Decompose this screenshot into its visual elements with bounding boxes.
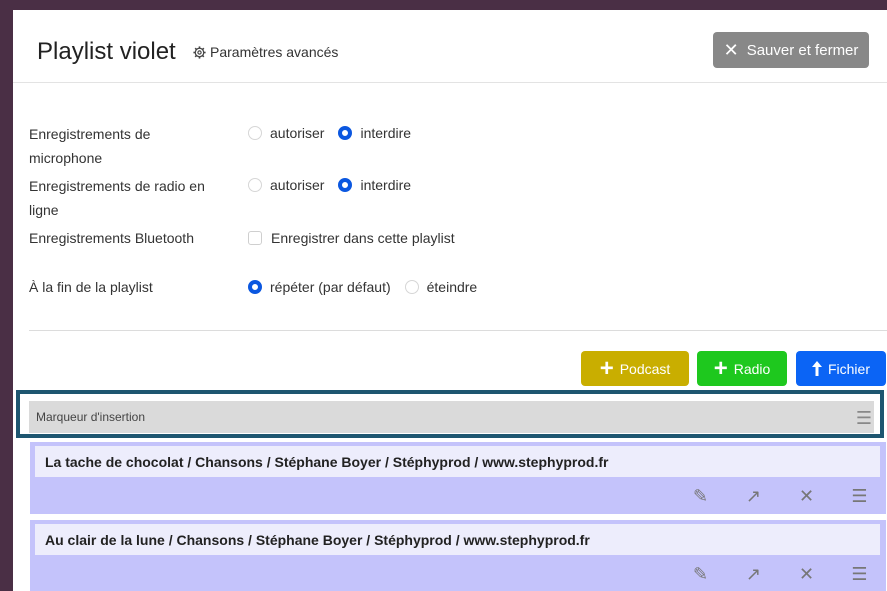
- bluetooth-checkbox[interactable]: [248, 231, 262, 245]
- add-radio-button[interactable]: + Radio: [697, 351, 787, 386]
- insertion-marker-label: Marqueur d'insertion: [36, 410, 146, 424]
- close-icon[interactable]: ✕: [780, 486, 833, 507]
- repeat-label: répéter (par défaut): [270, 279, 391, 295]
- save-and-close-label: Sauver et fermer: [746, 41, 859, 59]
- add-podcast-label: Podcast: [619, 360, 671, 377]
- menu-icon[interactable]: ☰: [833, 564, 886, 585]
- microphone-label-line1: Enregistrements de: [29, 126, 151, 142]
- microphone-label-line2: microphone: [29, 150, 103, 166]
- add-podcast-button[interactable]: + Podcast: [581, 351, 689, 386]
- radio-options: autoriser interdire: [248, 177, 425, 193]
- playlist-panel: Playlist violet Paramètres avancés ✕ Sau…: [13, 10, 887, 591]
- plus-icon: +: [713, 354, 728, 382]
- save-and-close-button[interactable]: ✕ Sauver et fermer: [713, 32, 869, 68]
- end-of-playlist-label: À la fin de la playlist: [29, 279, 153, 295]
- add-radio-label: Radio: [733, 360, 771, 377]
- pencil-icon[interactable]: ✎: [674, 486, 727, 507]
- bluetooth-options: Enregistrer dans cette playlist: [248, 230, 455, 246]
- add-file-label: Fichier: [827, 360, 870, 377]
- turn-off-label: éteindre: [426, 279, 478, 295]
- arrow-up-right-icon[interactable]: ↗: [727, 564, 780, 585]
- track-item[interactable]: Au clair de la lune / Chansons / Stéphan…: [30, 520, 886, 591]
- microphone-options: autoriser interdire: [248, 125, 425, 141]
- microphone-setting-label: Enregistrements de microphone: [29, 122, 150, 170]
- radio-allow-radio[interactable]: [248, 178, 262, 192]
- arrow-up-icon: [811, 361, 822, 376]
- arrow-up-right-icon[interactable]: ↗: [727, 486, 780, 507]
- microphone-allow-radio[interactable]: [248, 126, 262, 140]
- microphone-allow-label: autoriser: [270, 125, 325, 141]
- bluetooth-setting-label: Enregistrements Bluetooth: [29, 230, 194, 246]
- radio-setting-label: Enregistrements de radio en ligne: [29, 174, 205, 222]
- close-icon: ✕: [723, 39, 739, 60]
- bluetooth-checkbox-label: Enregistrer dans cette playlist: [271, 230, 455, 246]
- page-title: Playlist violet: [37, 38, 176, 65]
- radio-deny-label: interdire: [360, 177, 412, 193]
- divider: [29, 330, 887, 331]
- plus-icon: +: [599, 354, 614, 382]
- track-item[interactable]: La tache de chocolat / Chansons / Stépha…: [30, 442, 886, 514]
- end-of-playlist-options: répéter (par défaut) éteindre: [248, 279, 491, 295]
- track-title: Au clair de la lune / Chansons / Stéphan…: [35, 524, 880, 555]
- pencil-icon[interactable]: ✎: [674, 564, 727, 585]
- header: Playlist violet Paramètres avancés ✕ Sau…: [13, 10, 887, 83]
- gear-icon: [193, 45, 206, 59]
- track-title: La tache de chocolat / Chansons / Stépha…: [35, 446, 880, 477]
- add-file-button[interactable]: Fichier: [796, 351, 886, 386]
- microphone-deny-label: interdire: [360, 125, 412, 141]
- radio-deny-radio[interactable]: [338, 178, 353, 192]
- menu-icon[interactable]: ☰: [856, 408, 872, 429]
- advanced-settings-link[interactable]: Paramètres avancés: [193, 44, 338, 60]
- close-icon[interactable]: ✕: [780, 564, 833, 585]
- menu-icon[interactable]: ☰: [833, 486, 886, 507]
- advanced-settings-label: Paramètres avancés: [210, 44, 339, 60]
- radio-label-line2: ligne: [29, 202, 59, 218]
- track-tools: ✎ ↗ ✕ ☰: [674, 559, 886, 589]
- track-tools: ✎ ↗ ✕ ☰: [674, 481, 886, 511]
- turn-off-radio[interactable]: [404, 280, 419, 294]
- microphone-deny-radio[interactable]: [338, 126, 353, 140]
- radio-allow-label: autoriser: [270, 177, 325, 193]
- insertion-marker[interactable]: Marqueur d'insertion ☰: [29, 401, 874, 433]
- insertion-marker-highlight: Marqueur d'insertion ☰: [16, 390, 884, 438]
- repeat-radio[interactable]: [248, 280, 262, 294]
- radio-label-line1: Enregistrements de radio en: [29, 178, 205, 194]
